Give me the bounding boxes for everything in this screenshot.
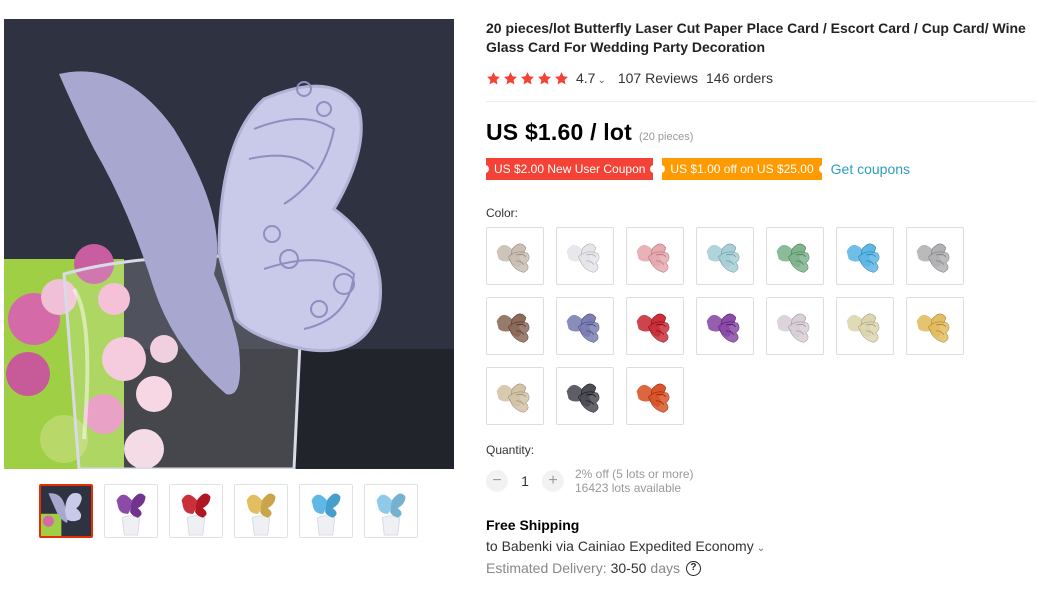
butterfly-card-image	[170, 485, 222, 537]
thumb-gold[interactable]	[234, 484, 288, 538]
thumb-lavender[interactable]	[39, 484, 93, 538]
butterfly-card-image	[776, 243, 810, 273]
butterfly-card-image	[636, 243, 670, 273]
thumb-light-blue[interactable]	[364, 484, 418, 538]
butterfly-card-image	[846, 243, 880, 273]
swatch-orange[interactable]	[626, 367, 684, 425]
swatch-purple[interactable]	[696, 297, 754, 355]
quantity-stepper: − + 2% off (5 lots or more) 16423 lots a…	[486, 467, 1036, 495]
store-coupon[interactable]: US $1.00 off on US $25.00	[659, 157, 825, 180]
star-icon	[521, 71, 534, 84]
swatch-gray[interactable]	[906, 227, 964, 285]
swatch-light-blue[interactable]	[696, 227, 754, 285]
swatch-gold[interactable]	[906, 297, 964, 355]
price-unit: (20 pieces)	[638, 131, 694, 143]
color-swatches	[486, 227, 976, 425]
swatch-dark-gray[interactable]	[556, 367, 614, 425]
butterfly-card-image	[916, 243, 950, 273]
product-info-panel: 20 pieces/lot Butterfly Laser Cut Paper …	[482, 19, 1036, 576]
butterfly-card-image	[706, 313, 740, 343]
quantity-decrease-button[interactable]: −	[486, 470, 508, 492]
rating-row: 4.7 ⌄ 107 Reviews 146 orders	[486, 68, 1036, 88]
help-icon[interactable]: ?	[685, 560, 701, 576]
butterfly-card-image	[496, 383, 530, 413]
star-icon	[555, 71, 568, 84]
color-label: Color:	[486, 206, 519, 220]
butterfly-card-image	[636, 383, 670, 413]
quantity-label: Quantity:	[486, 443, 535, 457]
butterfly-card-image	[706, 243, 740, 273]
butterfly-card-image	[776, 313, 810, 343]
reviews-link[interactable]: 107 Reviews	[618, 70, 698, 86]
quantity-increase-button[interactable]: +	[542, 470, 564, 492]
price: US $1.60 / lot	[486, 119, 632, 145]
butterfly-card-image	[566, 383, 600, 413]
butterfly-card-image	[566, 243, 600, 273]
price-row: US $1.60 / lot (20 pieces)	[486, 119, 1036, 146]
thumb-purple[interactable]	[104, 484, 158, 538]
thumb-sky-blue[interactable]	[299, 484, 353, 538]
swatch-cream[interactable]	[836, 297, 894, 355]
swatch-pink[interactable]	[626, 227, 684, 285]
butterfly-card-image	[496, 313, 530, 343]
butterfly-card-image	[566, 313, 600, 343]
chevron-down-icon: ⌄	[756, 543, 766, 554]
thumb-red[interactable]	[169, 484, 223, 538]
swatch-silver[interactable]	[766, 297, 824, 355]
coupon-row: US $2.00 New User Coupon US $1.00 off on…	[482, 157, 1036, 180]
butterfly-card-image	[916, 313, 950, 343]
swatch-lavender[interactable]	[556, 297, 614, 355]
orders-count: 146 orders	[706, 70, 773, 86]
shipping-route[interactable]: to Babenki via Cainiao Expedited Economy…	[486, 538, 1036, 554]
thumbnail-strip	[39, 484, 418, 538]
star-icon	[538, 71, 551, 84]
swatch-brown[interactable]	[486, 297, 544, 355]
shipping-title: Free Shipping	[486, 517, 580, 533]
chevron-down-icon: ⌄	[597, 75, 606, 86]
bulk-discount-text: 2% off (5 lots or more)	[575, 467, 694, 481]
estimated-delivery-unit: days	[650, 560, 680, 576]
estimated-delivery: Estimated Delivery: 30-50 days ?	[486, 560, 1036, 576]
butterfly-card-image	[846, 313, 880, 343]
butterfly-card-image	[300, 485, 352, 537]
swatch-sky-blue[interactable]	[836, 227, 894, 285]
rating-value[interactable]: 4.7 ⌄	[576, 70, 606, 86]
butterfly-card-image	[41, 486, 91, 536]
butterfly-card-image	[636, 313, 670, 343]
new-user-coupon[interactable]: US $2.00 New User Coupon	[482, 157, 657, 180]
product-title: 20 pieces/lot Butterfly Laser Cut Paper …	[486, 20, 1026, 55]
availability-text: 16423 lots available	[575, 481, 682, 495]
star-icon	[504, 71, 517, 84]
quantity-input[interactable]	[508, 473, 542, 489]
quantity-info: 2% off (5 lots or more) 16423 lots avail…	[575, 467, 694, 495]
swatch-champagne[interactable]	[486, 367, 544, 425]
estimated-delivery-label: Estimated Delivery:	[486, 560, 607, 576]
main-product-image[interactable]	[4, 19, 454, 469]
swatch-white[interactable]	[556, 227, 614, 285]
estimated-delivery-value: 30-50	[610, 560, 647, 576]
butterfly-card-image	[235, 485, 287, 537]
main-product-photo	[4, 19, 454, 469]
divider	[486, 101, 1036, 102]
swatch-green[interactable]	[766, 227, 824, 285]
get-coupons-link[interactable]: Get coupons	[831, 161, 910, 177]
rating-stars	[486, 71, 569, 86]
swatch-beige[interactable]	[486, 227, 544, 285]
butterfly-card-image	[105, 485, 157, 537]
butterfly-card-image	[365, 485, 417, 537]
butterfly-card-image	[496, 243, 530, 273]
star-icon	[487, 71, 500, 84]
swatch-red[interactable]	[626, 297, 684, 355]
